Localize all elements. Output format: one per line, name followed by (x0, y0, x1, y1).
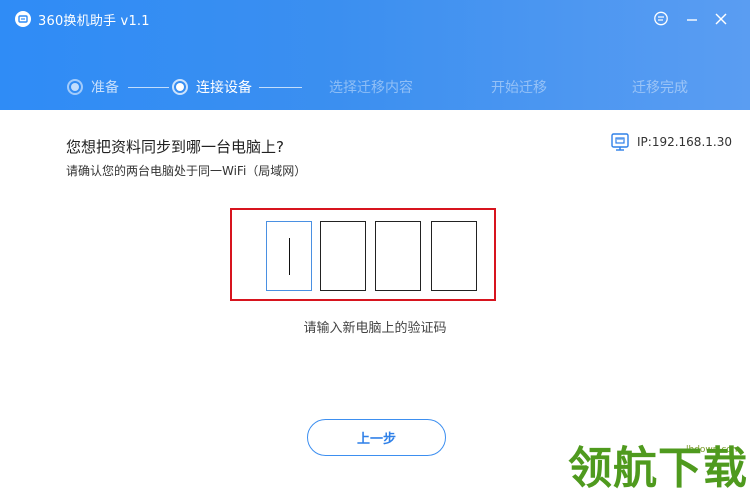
code-digit-input-2[interactable] (320, 221, 366, 291)
network-port-icon (611, 133, 629, 151)
wifi-note: 请确认您的两台电脑处于同一WiFi（局域网） (66, 164, 307, 178)
step-dot-icon (67, 79, 83, 95)
progress-steps: 准备 连接设备 选择迁移内容 开始迁移 迁移完成 (0, 74, 750, 100)
chat-icon[interactable] (651, 9, 671, 29)
step-label: 选择迁移内容 (329, 80, 413, 96)
page-question: 您想把资料同步到哪一台电脑上? (66, 138, 284, 156)
code-hint: 请输入新电脑上的验证码 (303, 321, 447, 336)
step-label: 连接设备 (196, 80, 252, 96)
step-select-content: 选择迁移内容 (329, 74, 413, 100)
code-digit-input-3[interactable] (375, 221, 421, 291)
watermark-logo: 领航下载 (568, 443, 748, 494)
step-start-migration: 开始迁移 (491, 74, 547, 100)
step-label: 开始迁移 (491, 80, 547, 96)
step-connect-device: 连接设备 (172, 74, 252, 100)
close-icon[interactable] (711, 9, 731, 29)
ip-address-text: IP:192.168.1.30 (637, 135, 732, 149)
minimize-icon[interactable] (682, 9, 702, 29)
app-title: 360换机助手 v1.1 (38, 14, 150, 29)
back-button[interactable]: 上一步 (307, 419, 446, 456)
text-caret (289, 238, 290, 275)
code-digit-input-1[interactable] (266, 221, 312, 291)
ip-display: IP:192.168.1.30 (610, 132, 732, 152)
step-prepare: 准备 (67, 74, 119, 100)
step-label: 迁移完成 (632, 80, 688, 96)
step-connector (259, 87, 302, 88)
step-connector (128, 87, 169, 88)
header-banner: 360换机助手 v1.1 准备 连接设备 选择迁移内容 开始迁移 迁移完成 (0, 0, 750, 110)
step-dot-icon (172, 79, 188, 95)
title-bar: 360换机助手 v1.1 (0, 0, 750, 38)
code-digit-input-4[interactable] (431, 221, 477, 291)
app-logo-icon (15, 11, 31, 27)
step-label: 准备 (91, 80, 119, 96)
step-migration-complete: 迁移完成 (632, 74, 688, 100)
